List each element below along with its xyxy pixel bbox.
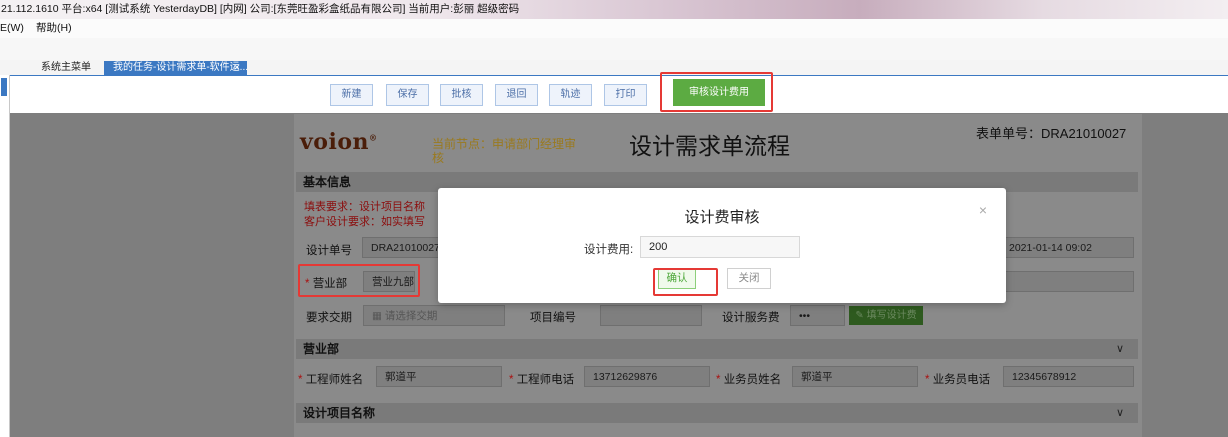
menu-bar: E(W) 帮助(H) bbox=[0, 19, 1228, 38]
service-fee-field[interactable]: ••• bbox=[790, 305, 845, 326]
menu-window[interactable]: E(W) bbox=[0, 19, 24, 38]
tab-main-menu[interactable]: 系统主菜单 bbox=[34, 61, 98, 75]
menu-help[interactable]: 帮助(H) bbox=[36, 19, 72, 38]
design-fee-input[interactable]: 200 bbox=[640, 236, 800, 258]
voion-logo: voion® bbox=[300, 129, 378, 155]
design-no-field[interactable]: DRA21010027 bbox=[362, 237, 442, 258]
due-date-placeholder: 请选择交期 bbox=[384, 310, 438, 322]
toolbar-area bbox=[0, 38, 1228, 60]
chevron-down-icon[interactable]: ∨ bbox=[1116, 339, 1124, 359]
section-sales-dept[interactable]: 营业部 ∨ bbox=[296, 339, 1138, 359]
tab-close-icon[interactable]: × bbox=[234, 61, 240, 75]
design-fee-label: 设计费用: bbox=[584, 244, 634, 256]
save-button[interactable]: 保存 bbox=[386, 84, 429, 106]
salesman-phone-label: * 业务员电话 bbox=[925, 374, 991, 386]
section-project-name-title: 设计项目名称 bbox=[303, 406, 376, 420]
due-date-label: 要求交期 bbox=[306, 312, 352, 324]
calendar-icon: ▦ bbox=[372, 310, 382, 322]
design-fee-review-dialog: 设计费审核 × 设计费用: 200 确认 关闭 bbox=[438, 188, 1006, 303]
close-button[interactable]: 关闭 bbox=[727, 268, 771, 289]
chevron-down-icon[interactable]: ∨ bbox=[1116, 403, 1124, 423]
section-basic-info-title: 基本信息 bbox=[303, 175, 352, 189]
section-project-name[interactable]: 设计项目名称 ∨ bbox=[296, 403, 1138, 423]
highlight-box-review-fee bbox=[660, 72, 773, 112]
tab-my-task[interactable]: 我的任务-设计需求单-软件运... × bbox=[104, 61, 248, 75]
salesman-phone-field[interactable]: 12345678912 bbox=[1003, 366, 1134, 387]
section-sales-dept-title: 营业部 bbox=[303, 342, 340, 356]
track-button[interactable]: 轨迹 bbox=[549, 84, 592, 106]
salesman-name-label: * 业务员姓名 bbox=[716, 374, 782, 386]
form-number: 表单单号：DRA21010027 bbox=[976, 126, 1127, 141]
requirement-text-1: 填表要求：设计项目名称 bbox=[304, 201, 425, 213]
return-button[interactable]: 退回 bbox=[495, 84, 538, 106]
window-title: 21.112.1610 平台:x64 [测试系统 YesterdayDB] [内… bbox=[1, 3, 520, 15]
dialog-title: 设计费审核 bbox=[684, 209, 760, 226]
engineer-phone-label: * 工程师电话 bbox=[509, 374, 575, 386]
created-date-field[interactable]: 2021-01-14 09:02 bbox=[1000, 237, 1134, 258]
print-button[interactable]: 打印 bbox=[604, 84, 647, 106]
highlight-box-dept bbox=[298, 264, 420, 297]
page-title: 设计需求单流程 bbox=[629, 133, 790, 159]
close-icon[interactable]: × bbox=[979, 202, 987, 218]
current-node-label: 当前节点：申请部门经理审核 bbox=[432, 137, 577, 165]
service-fee-label: 设计服务费 bbox=[722, 312, 780, 324]
empty-field-right[interactable] bbox=[1000, 271, 1134, 292]
fill-design-fee-button[interactable]: ✎ 填写设计费 bbox=[849, 306, 923, 325]
new-button[interactable]: 新建 bbox=[330, 84, 373, 106]
window-title-bar: 21.112.1610 平台:x64 [测试系统 YesterdayDB] [内… bbox=[0, 0, 1228, 19]
left-edge-marker bbox=[1, 78, 7, 96]
salesman-name-field[interactable]: 郭道平 bbox=[792, 366, 918, 387]
approve-button[interactable]: 批核 bbox=[440, 84, 483, 106]
due-date-field[interactable]: ▦ 请选择交期 bbox=[363, 305, 505, 326]
highlight-box-confirm bbox=[653, 268, 718, 296]
project-no-field[interactable] bbox=[600, 305, 702, 326]
left-edge-panel bbox=[0, 75, 10, 437]
design-no-label: 设计单号 bbox=[306, 245, 352, 257]
edit-icon: ✎ bbox=[855, 310, 864, 321]
tab-bar: 系统主菜单 我的任务-设计需求单-软件运... × bbox=[0, 60, 1228, 76]
engineer-name-label: * 工程师姓名 bbox=[298, 374, 364, 386]
requirement-text-2: 客户设计要求：如实填写 bbox=[304, 216, 425, 228]
tab-my-task-label: 我的任务-设计需求单-软件运... bbox=[113, 62, 248, 73]
engineer-phone-field[interactable]: 13712629876 bbox=[584, 366, 710, 387]
engineer-name-field[interactable]: 郭道平 bbox=[376, 366, 502, 387]
project-no-label: 项目编号 bbox=[530, 312, 576, 324]
